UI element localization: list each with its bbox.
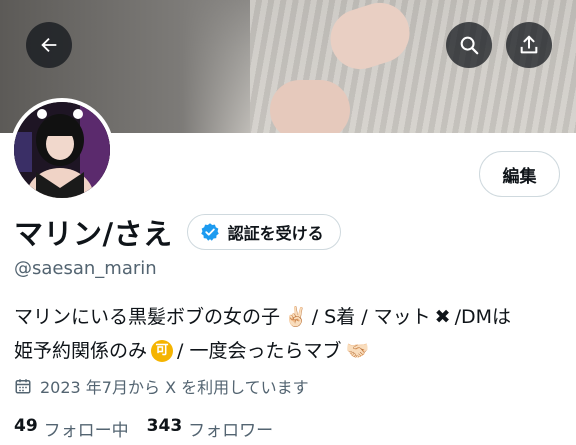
- back-button[interactable]: [26, 22, 72, 68]
- bio-text: / 一度会ったらマブ: [177, 340, 342, 362]
- acceptable-badge-icon: 可: [151, 340, 174, 362]
- share-button[interactable]: [506, 22, 552, 68]
- avatar-photo: [14, 102, 110, 198]
- banner-leg: [270, 80, 350, 133]
- handshake-icon: 🤝🏻: [345, 340, 370, 362]
- victory-hand-icon: ✌🏻: [284, 306, 308, 328]
- get-verified-button[interactable]: 認証を受ける: [186, 214, 341, 250]
- search-icon: [460, 36, 479, 55]
- following-count: 49: [14, 416, 38, 436]
- followers-label: フォロワー: [188, 421, 274, 441]
- bio-text: / S着 / マット: [311, 306, 431, 328]
- bio-text: 姫予約関係のみ: [14, 340, 148, 362]
- cross-mark-icon: ✖: [434, 306, 451, 328]
- display-name: マリン/さえ: [14, 217, 173, 251]
- bio-text: マリンにいる黒髪ボブの女の子: [14, 306, 281, 328]
- user-handle: @saesan_marin: [14, 258, 157, 279]
- joined-text: 2023 年7月から X を利用しています: [40, 378, 309, 397]
- followers-link[interactable]: 343 フォロワー: [147, 416, 274, 441]
- share-icon: [520, 35, 538, 54]
- verified-badge-icon: [200, 223, 219, 241]
- following-link[interactable]: 49 フォロー中: [14, 416, 129, 441]
- arrow-left-icon: [41, 37, 57, 53]
- name-row: マリン/さえ 認証を受ける: [14, 212, 341, 252]
- profile-avatar[interactable]: [10, 98, 114, 202]
- followers-count: 343: [146, 416, 183, 436]
- following-label: フォロー中: [43, 421, 129, 441]
- bio-text: /DMは: [454, 306, 512, 328]
- joined-date: 2023 年7月から X を利用しています: [14, 374, 309, 398]
- profile-bio: マリンにいる黒髪ボブの女の子 ✌🏻 / S着 / マット ✖ /DMは 姫予約関…: [14, 300, 574, 368]
- get-verified-label: 認証を受ける: [227, 224, 324, 243]
- bio-line-2: 姫予約関係のみ 可 / 一度会ったらマブ 🤝🏻: [14, 334, 574, 368]
- bio-line-1: マリンにいる黒髪ボブの女の子 ✌🏻 / S着 / マット ✖ /DMは: [14, 300, 574, 334]
- search-button[interactable]: [446, 22, 492, 68]
- edit-profile-button[interactable]: 編集: [479, 151, 560, 197]
- calendar-icon: [15, 379, 31, 394]
- follow-stats: 49 フォロー中 343 フォロワー: [14, 416, 273, 441]
